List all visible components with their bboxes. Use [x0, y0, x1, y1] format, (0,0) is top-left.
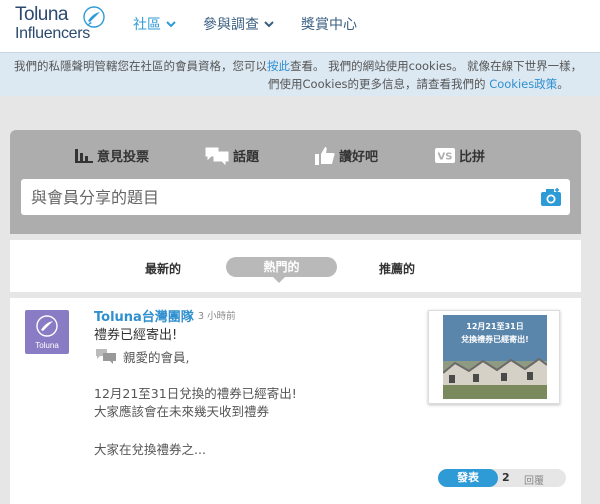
active-sort-pointer [273, 277, 285, 283]
post-card: Toluna Toluna台灣團隊 3 小時前 禮券已經寄出! 親愛的會員, 1… [10, 298, 581, 504]
thumbnail-image: 12月21至31日 兌換禮券已經寄出! [443, 315, 547, 399]
bar-chart-icon [75, 148, 93, 163]
tab-topic[interactable]: 話題 [205, 146, 259, 165]
post-time: 3 小時前 [198, 311, 236, 322]
top-header: Toluna Influencers 社區 參與調查 獎賞中心 [0, 0, 600, 52]
toluna-avatar-icon [36, 315, 58, 337]
reply-count: 2 [502, 471, 510, 484]
thumbnail-text-2: 兌換禮券已經寄出! [461, 335, 529, 344]
chevron-down-icon [264, 21, 274, 28]
reply-button[interactable]: 發表 [438, 469, 498, 487]
thumbnail-text-1: 12月21至31日 [466, 322, 524, 331]
svg-text:VS: VS [438, 152, 453, 163]
sort-recommended[interactable]: 推薦的 [379, 260, 415, 277]
cookie-text-1b: 查看。 我們的網站使用cookies。 就像在線下世界一樣， [290, 59, 583, 73]
tab-poll-label: 意見投票 [97, 150, 150, 165]
main-nav: 社區 參與調查 獎賞中心 [133, 14, 357, 34]
versus-icon: VS [435, 148, 455, 163]
cookie-text-line2: 們使用Cookies的更多信息，請查看我們的 Cookies政策。 [268, 76, 569, 92]
thumbs-up-icon [315, 146, 335, 165]
toluna-logo[interactable]: Toluna Influencers [15, 4, 110, 46]
nav-community-label: 社區 [133, 17, 161, 33]
share-topic-box [21, 179, 570, 215]
post-body-line1: 12月21至31日兌換的禮券已經寄出! [94, 386, 297, 401]
privacy-link[interactable]: 按此 [267, 59, 290, 73]
tab-versus[interactable]: VS 比拼 [435, 146, 485, 165]
post-body-line3: 大家在兌換禮券之... [94, 442, 206, 457]
logo-text-top: Toluna [15, 4, 69, 25]
post-author[interactable]: Toluna台灣團隊 [94, 306, 194, 325]
cookie-text-2a: 們使用Cookies的更多信息，請查看我們的 [268, 77, 490, 91]
chevron-down-icon [166, 21, 176, 28]
tab-like[interactable]: 讚好吧 [315, 146, 378, 165]
share-panel: 意見投票 話題 讚好吧 VS 比拼 [10, 130, 581, 234]
chat-bubbles-icon [96, 349, 116, 364]
tab-like-label: 讚好吧 [339, 150, 379, 165]
tab-versus-label: 比拼 [459, 150, 486, 165]
cookie-text-2b: 。 [557, 77, 569, 91]
reply-control: 發表 2 回覆 [438, 469, 566, 487]
post-greeting: 親愛的會員, [123, 350, 190, 365]
share-tabs: 意見投票 話題 讚好吧 VS 比拼 [10, 146, 581, 168]
post-body-line2: 大家應該會在未來幾天收到禮券 [94, 404, 270, 419]
nav-surveys-label: 參與調查 [203, 17, 259, 33]
sort-popular[interactable]: 熱門的 [226, 257, 337, 277]
nav-surveys[interactable]: 參與調查 [203, 14, 275, 34]
sort-bar: 最新的 熱門的 推薦的 [10, 240, 581, 292]
nav-community[interactable]: 社區 [133, 14, 177, 34]
post-title[interactable]: 禮券已經寄出! [94, 324, 177, 343]
camera-icon[interactable] [540, 187, 562, 207]
cookie-notice: 我們的私隱聲明管轄您在社區的會員資格，您可以按此查看。 我們的網站使用cooki… [0, 52, 600, 96]
avatar-label: Toluna [35, 341, 59, 350]
logo-text-bottom: Influencers [15, 25, 90, 42]
share-topic-input[interactable] [21, 179, 531, 215]
reply-count-label[interactable]: 回覆 [524, 472, 544, 487]
cookie-policy-link[interactable]: Cookies政策 [489, 77, 557, 91]
chat-bubbles-icon [205, 147, 229, 165]
tab-topic-label: 話題 [233, 150, 260, 165]
nav-rewards-label: 獎賞中心 [301, 17, 357, 33]
tab-poll[interactable]: 意見投票 [75, 146, 149, 165]
cookie-text-1a: 我們的私隱聲明管轄您在社區的會員資格，您可以 [14, 59, 267, 73]
cookie-text-line1: 我們的私隱聲明管轄您在社區的會員資格，您可以按此查看。 我們的網站使用cooki… [14, 58, 582, 74]
post-thumbnail[interactable]: 12月21至31日 兌換禮券已經寄出! [428, 310, 560, 404]
nav-rewards[interactable]: 獎賞中心 [301, 14, 357, 34]
sort-newest[interactable]: 最新的 [145, 260, 181, 277]
avatar[interactable]: Toluna [25, 310, 69, 354]
